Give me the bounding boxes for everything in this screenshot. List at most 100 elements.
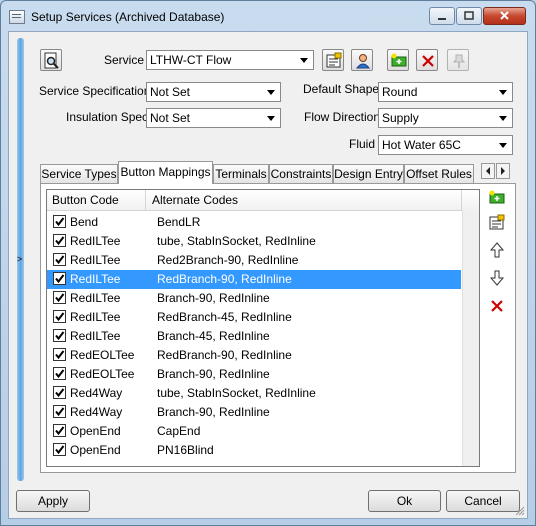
add-item-icon: [391, 53, 407, 67]
properties-icon: [326, 52, 342, 68]
minimize-button[interactable]: [429, 7, 455, 25]
tab-terminals[interactable]: Terminals: [213, 164, 269, 183]
preview-button[interactable]: [40, 49, 62, 71]
button-code-cell: Red4Way: [70, 386, 123, 400]
table-row[interactable]: OpenEnd PN16Blind: [47, 441, 461, 460]
flow-direction-value: Supply: [382, 111, 419, 125]
row-checkbox[interactable]: [53, 329, 66, 342]
pin-button[interactable]: [447, 49, 469, 71]
button-mappings-grid[interactable]: Button Code Alternate Codes Bend BendLR …: [46, 189, 480, 467]
checkmark-icon: [55, 331, 65, 341]
delete-service-button[interactable]: [416, 49, 438, 71]
row-checkbox[interactable]: [53, 405, 66, 418]
table-row[interactable]: RedILTee Branch-90, RedInline: [47, 289, 461, 308]
edit-service-button[interactable]: [322, 49, 344, 71]
button-code-cell: RedILTee: [70, 329, 121, 343]
flow-direction-dropdown[interactable]: Supply: [378, 108, 513, 128]
table-row[interactable]: Red4Way tube, StabInSocket, RedInline: [47, 384, 461, 403]
delete-x-icon: [491, 300, 503, 312]
close-button[interactable]: [483, 7, 526, 25]
pin-icon: [452, 54, 466, 68]
add-mapping-button[interactable]: [487, 188, 507, 210]
tab-button-mappings[interactable]: Button Mappings: [118, 161, 213, 184]
service-value: LTHW-CT Flow: [150, 53, 232, 67]
table-row-selected[interactable]: RedILTee RedBranch-90, RedInline: [47, 270, 461, 289]
title-bar[interactable]: Setup Services (Archived Database): [1, 1, 535, 31]
tab-design-entry[interactable]: Design Entry: [333, 164, 404, 183]
user-service-button[interactable]: [351, 49, 373, 71]
delete-mapping-button[interactable]: [487, 296, 507, 318]
user-icon: [355, 54, 371, 69]
row-checkbox[interactable]: [53, 234, 66, 247]
tab-scroll-left-button[interactable]: [481, 163, 495, 179]
arrow-down-icon: [489, 270, 505, 286]
service-dropdown[interactable]: LTHW-CT Flow: [146, 50, 314, 70]
move-up-button[interactable]: [487, 240, 507, 262]
flow-direction-label: Flow Direction: [304, 110, 381, 124]
table-row[interactable]: RedILTee Branch-45, RedInline: [47, 327, 461, 346]
row-checkbox[interactable]: [53, 348, 66, 361]
alternate-codes-cell: tube, StabInSocket, RedInline: [157, 234, 316, 248]
insulation-spec-dropdown[interactable]: Not Set: [146, 108, 281, 128]
table-row[interactable]: Bend BendLR: [47, 213, 461, 232]
column-header-button-code[interactable]: Button Code: [52, 193, 119, 207]
table-row[interactable]: RedEOLTee Branch-90, RedInline: [47, 365, 461, 384]
grid-header: Button Code Alternate Codes: [47, 190, 479, 211]
add-service-button[interactable]: [387, 49, 409, 71]
table-row[interactable]: RedILTee Red2Branch-90, RedInline: [47, 251, 461, 270]
service-spec-dropdown[interactable]: Not Set: [146, 82, 281, 102]
apply-button[interactable]: Apply: [16, 490, 90, 512]
row-checkbox[interactable]: [53, 291, 66, 304]
column-header-alternate-codes[interactable]: Alternate Codes: [152, 193, 238, 207]
table-row[interactable]: RedILTee RedBranch-45, RedInline: [47, 308, 461, 327]
move-down-button[interactable]: [487, 268, 507, 290]
button-mappings-panel: Button Code Alternate Codes Bend BendLR …: [40, 183, 516, 473]
table-row[interactable]: RedEOLTee RedBranch-90, RedInline: [47, 346, 461, 365]
checkmark-icon: [55, 255, 65, 265]
button-code-cell: OpenEnd: [70, 443, 121, 457]
row-checkbox[interactable]: [53, 272, 66, 285]
tab-scroll-right-button[interactable]: [496, 163, 510, 179]
row-checkbox[interactable]: [53, 386, 66, 399]
tab-offset-rules[interactable]: Offset Rules: [404, 164, 474, 183]
expand-arrow-icon[interactable]: >: [17, 254, 22, 264]
table-row[interactable]: RedILTee tube, StabInSocket, RedInline: [47, 232, 461, 251]
button-code-cell: RedILTee: [70, 253, 121, 267]
button-code-cell: RedILTee: [70, 272, 121, 286]
alternate-codes-cell: Branch-45, RedInline: [157, 329, 270, 343]
checkmark-icon: [55, 312, 65, 322]
arrow-left-icon: [486, 167, 490, 175]
dialog-client-area: > Service LTHW-CT Flow Service Specifica…: [8, 31, 528, 519]
button-code-cell: RedILTee: [70, 234, 121, 248]
row-checkbox[interactable]: [53, 215, 66, 228]
default-shape-dropdown[interactable]: Round: [378, 82, 513, 102]
tab-constraints[interactable]: Constraints: [269, 164, 333, 183]
checkmark-icon: [55, 217, 65, 227]
column-divider[interactable]: [461, 190, 462, 210]
cancel-button[interactable]: Cancel: [446, 490, 520, 512]
table-row[interactable]: Red4Way Branch-90, RedInline: [47, 403, 461, 422]
grid-vertical-scrollbar[interactable]: [462, 210, 479, 466]
insulation-spec-value: Not Set: [150, 111, 191, 125]
button-code-cell: Red4Way: [70, 405, 123, 419]
fluid-dropdown[interactable]: Hot Water 65C: [378, 135, 513, 155]
setup-services-window: Setup Services (Archived Database) > Ser…: [0, 0, 536, 526]
chevron-down-icon: [267, 116, 275, 121]
column-divider[interactable]: [145, 190, 146, 210]
row-checkbox[interactable]: [53, 367, 66, 380]
resize-grip-icon[interactable]: [515, 506, 525, 516]
row-checkbox[interactable]: [53, 424, 66, 437]
row-checkbox[interactable]: [53, 310, 66, 323]
checkmark-icon: [55, 407, 65, 417]
checkmark-icon: [55, 274, 65, 284]
checkmark-icon: [55, 445, 65, 455]
insulation-spec-label: Insulation Spec: [66, 110, 149, 124]
table-row[interactable]: OpenEnd CapEnd: [47, 422, 461, 441]
edit-mapping-button[interactable]: [487, 213, 507, 235]
row-checkbox[interactable]: [53, 253, 66, 266]
tab-service-types[interactable]: Service Types: [40, 164, 118, 183]
ok-button[interactable]: Ok: [368, 490, 441, 512]
maximize-button[interactable]: [456, 7, 482, 25]
service-spec-value: Not Set: [150, 85, 191, 99]
row-checkbox[interactable]: [53, 443, 66, 456]
